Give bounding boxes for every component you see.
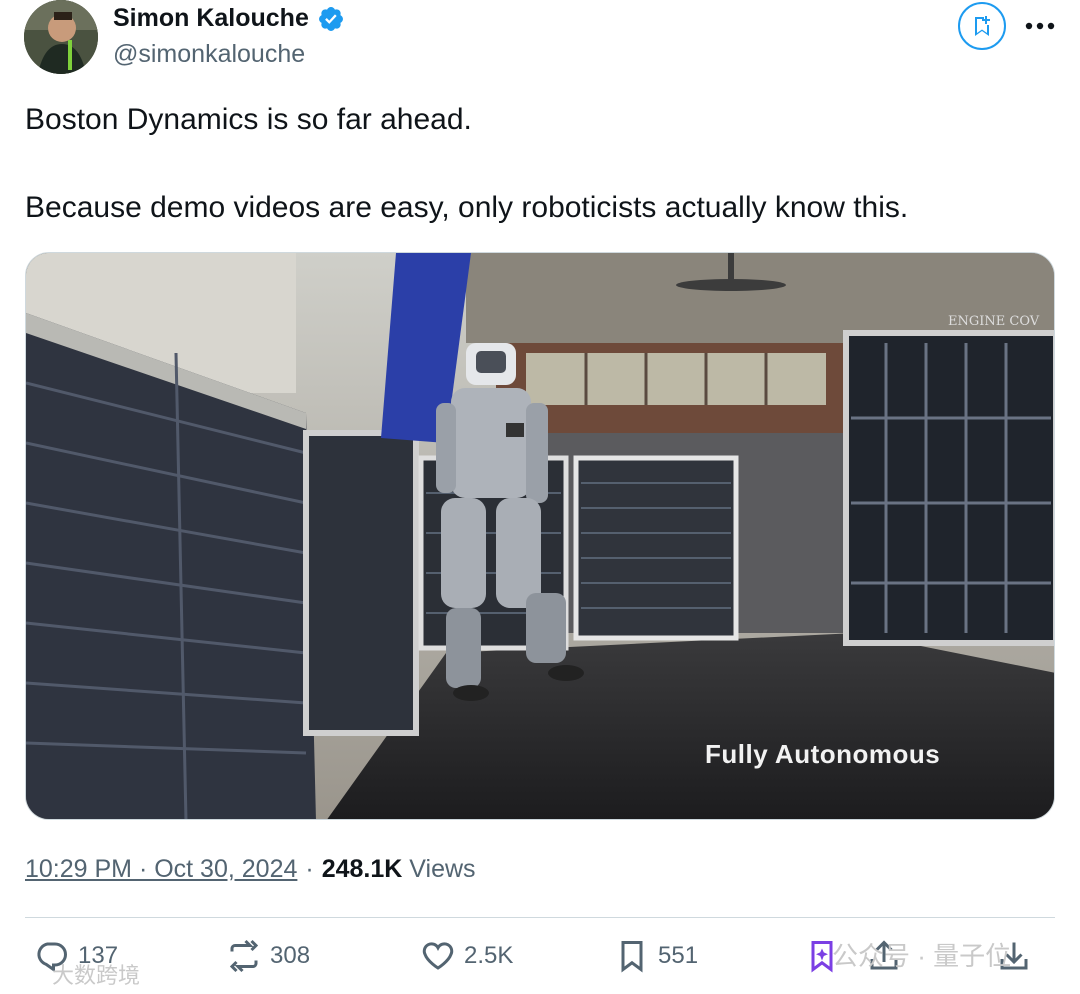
like-count: 2.5K <box>464 942 514 969</box>
watermark-left: 大数跨境 <box>52 963 141 988</box>
avatar-image <box>24 0 98 74</box>
heart-icon <box>422 942 454 970</box>
grok-button[interactable] <box>958 2 1006 50</box>
verified-badge-icon <box>318 6 343 31</box>
more-options-button[interactable] <box>1018 8 1062 44</box>
tweet-text: Boston Dynamics is so far ahead. Because… <box>25 103 909 224</box>
tweet-meta: 10:29 PM · Oct 30, 2024 · 248.1K Views <box>25 855 476 884</box>
views-count: 248.1K <box>321 855 403 883</box>
repost-button[interactable]: 308 <box>226 938 310 974</box>
video-frame: ENGINE COV <box>26 253 1054 819</box>
author-name[interactable]: Simon Kalouche <box>113 4 309 33</box>
grok-bookmark-icon <box>975 16 990 36</box>
repost-icon <box>229 939 259 973</box>
avatar[interactable] <box>24 0 98 74</box>
bookmark-button[interactable]: 551 <box>614 938 698 974</box>
views[interactable]: 248.1K Views <box>322 855 476 884</box>
watermark-right: 公众号 · 量子位 <box>832 941 1012 971</box>
video-caption: Fully Autonomous <box>705 739 941 769</box>
tweet-video[interactable]: ENGINE COV Fully Autonomous <box>25 252 1055 820</box>
divider <box>25 917 1055 918</box>
like-button[interactable]: 2.5K <box>420 938 513 974</box>
bookmark-count: 551 <box>658 942 699 969</box>
views-label: Views <box>409 855 476 883</box>
author-handle[interactable]: @simonkalouche <box>113 40 305 69</box>
engine-sign: ENGINE COV <box>948 314 1040 329</box>
more-dots-icon <box>1025 22 1055 30</box>
timestamp-link[interactable]: 10:29 PM · Oct 30, 2024 <box>25 855 297 884</box>
bookmark-icon <box>621 941 643 973</box>
meta-separator: · <box>305 855 314 883</box>
repost-count: 308 <box>270 942 311 969</box>
